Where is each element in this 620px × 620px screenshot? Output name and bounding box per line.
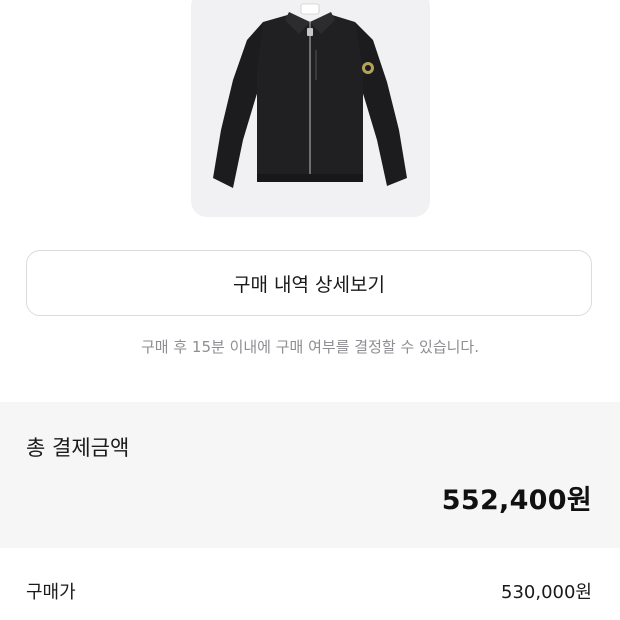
jacket-illustration xyxy=(213,3,407,188)
jacket-hem xyxy=(257,174,363,182)
view-purchase-details-label: 구매 내역 상세보기 xyxy=(233,273,385,296)
label-tag xyxy=(300,3,320,15)
view-purchase-details-button[interactable]: 구매 내역 상세보기 xyxy=(26,250,592,316)
price-row: 구매가 530,000원 xyxy=(0,548,620,620)
total-payment-title: 총 결제금액 xyxy=(26,436,130,460)
purchase-price-value: 530,000원 xyxy=(501,582,592,603)
purchase-price-label: 구매가 xyxy=(26,582,76,603)
purchase-decision-notice: 구매 후 15분 이내에 구매 여부를 결정할 수 있습니다. xyxy=(140,338,479,356)
purchase-complete-page: 구매 내역 상세보기 구매 후 15분 이내에 구매 여부를 결정할 수 있습니… xyxy=(0,0,620,620)
payment-summary: 총 결제금액 552,400원 xyxy=(0,402,620,548)
product-image xyxy=(191,0,430,217)
zipper-pull xyxy=(307,28,313,36)
pocket-zip xyxy=(315,50,317,80)
total-payment-amount: 552,400원 xyxy=(441,485,592,516)
